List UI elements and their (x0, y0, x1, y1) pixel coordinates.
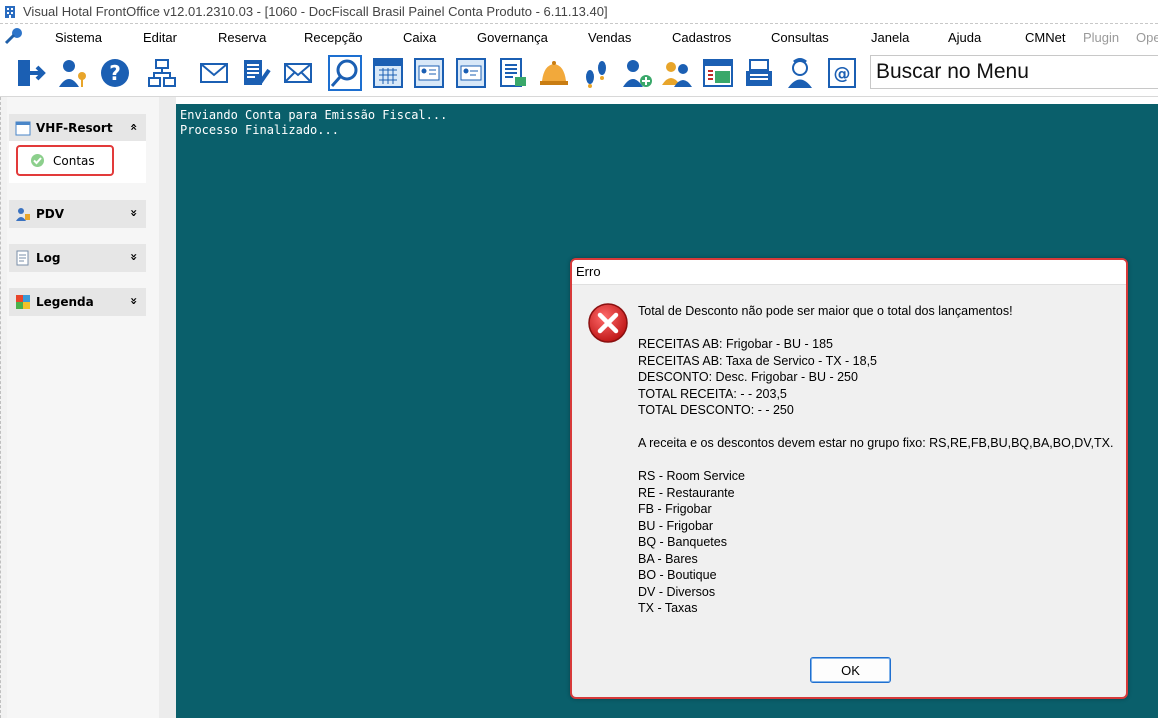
user-key-icon[interactable] (56, 55, 90, 91)
menu-reserva[interactable]: Reserva (218, 30, 266, 45)
pdv-icon (16, 208, 30, 221)
message-entry: TOTAL DESCONTO: - - 250 (638, 403, 794, 417)
network-icon[interactable] (145, 55, 179, 91)
calendar-icon[interactable] (371, 55, 405, 91)
pin-logo-icon (4, 28, 22, 45)
message-headline: Total de Desconto não pode ser maior que… (638, 304, 1013, 318)
cashier-icon[interactable] (701, 55, 735, 91)
message-entry: RECEITAS AB: Frigobar - BU - 185 (638, 337, 833, 351)
console-output: Enviando Conta para Emissão Fiscal... Pr… (180, 108, 447, 138)
report-icon[interactable] (496, 55, 530, 91)
sidebar-group-label: VHF-Resort (36, 121, 113, 135)
add-guest-icon[interactable] (620, 55, 654, 91)
footprints-icon[interactable] (579, 55, 613, 91)
window-title: Visual Hotal FrontOffice v12.01.2310.03 … (23, 4, 608, 19)
group-item: BQ - Banquetes (638, 535, 727, 549)
expand-chevron-icon[interactable]: » (127, 253, 141, 261)
sidebar-item-label: Contas (53, 153, 95, 168)
menu-recepcao[interactable]: Recepção (304, 30, 363, 45)
menu-ope[interactable]: Ope (1136, 30, 1158, 45)
svg-text:?: ? (109, 61, 121, 85)
card-icon[interactable] (412, 55, 446, 91)
check-icon (31, 154, 44, 167)
ok-button[interactable]: OK (810, 657, 891, 683)
id-card-icon[interactable] (454, 55, 488, 91)
menu-plugin[interactable]: Plugin (1083, 30, 1119, 45)
sidebar-item-contas[interactable]: Contas (16, 145, 114, 176)
mail-send-icon[interactable] (281, 55, 315, 91)
error-icon (588, 303, 628, 343)
expand-chevron-icon[interactable]: » (127, 297, 141, 305)
sidebar-group-pdv[interactable]: PDV » (9, 200, 146, 228)
mail-icon[interactable] (197, 55, 231, 91)
sidebar-group-label: Legenda (36, 295, 94, 309)
guests-icon[interactable] (660, 55, 694, 91)
group-item: RE - Restaurante (638, 485, 735, 500)
menu-consultas[interactable]: Consultas (771, 30, 829, 45)
group-item: TX - Taxas (638, 601, 698, 615)
menu-editar[interactable]: Editar (143, 30, 177, 45)
group-item: BU - Frigobar (638, 518, 714, 533)
document-edit-icon[interactable] (239, 55, 273, 91)
message-entry: TOTAL RECEITA: - - 203,5 (638, 386, 787, 401)
email-at-icon[interactable]: @ (825, 55, 859, 91)
legend-grid-icon (16, 295, 30, 309)
collapse-chevron-icon[interactable]: « (127, 123, 141, 131)
message-entry: RECEITAS AB: Taxa de Servico - TX - 18,5 (638, 353, 877, 368)
window-titlebar: Visual Hotal FrontOffice v12.01.2310.03 … (0, 0, 1158, 24)
error-dialog: Erro Total de Desconto não pode ser maio… (570, 258, 1128, 699)
menu-janela[interactable]: Janela (871, 30, 909, 45)
dialog-title: Erro (576, 264, 601, 279)
message-rule: A receita e os descontos devem estar no … (638, 436, 1114, 450)
sidebar-scrollbar[interactable] (159, 97, 176, 718)
calendar-icon (15, 121, 31, 136)
expand-chevron-icon[interactable]: » (127, 209, 141, 217)
hotel-app-icon (5, 5, 15, 18)
sidebar-group-label: Log (36, 251, 61, 265)
message-entry: DESCONTO: Desc. Frigobar - BU - 250 (638, 370, 858, 384)
menu-caixa[interactable]: Caixa (403, 30, 436, 45)
menu-bar: Sistema Editar Reserva Recepção Caixa Go… (0, 25, 1158, 49)
menu-sistema[interactable]: Sistema (55, 30, 102, 45)
menu-search-input[interactable]: Buscar no Menu (870, 55, 1158, 89)
toolbar: ? @ Buscar no Menu (0, 50, 1158, 97)
register-icon[interactable] (742, 55, 776, 91)
housekeeper-icon[interactable] (783, 55, 817, 91)
sidebar-content (7, 97, 159, 718)
menu-vendas[interactable]: Vendas (588, 30, 631, 45)
dialog-titlebar: Erro (572, 260, 1126, 285)
group-item: BO - Boutique (638, 568, 717, 582)
bell-icon[interactable] (537, 55, 571, 91)
sidebar-edge (0, 97, 2, 718)
menu-cadastros[interactable]: Cadastros (672, 30, 731, 45)
sidebar-group-log[interactable]: Log » (9, 244, 146, 272)
group-item: FB - Frigobar (638, 502, 712, 516)
dialog-message: Total de Desconto não pode ser maior que… (638, 303, 1122, 617)
sidebar (0, 97, 176, 718)
sidebar-group-legenda[interactable]: Legenda » (9, 288, 146, 316)
sidebar-group-label: PDV (36, 207, 65, 221)
menu-governanca[interactable]: Governança (477, 30, 548, 45)
help-icon[interactable]: ? (98, 55, 132, 91)
menu-ajuda[interactable]: Ajuda (948, 30, 981, 45)
console-line: Processo Finalizado... (180, 123, 339, 137)
exit-icon[interactable] (14, 55, 48, 91)
console-line: Enviando Conta para Emissão Fiscal... (180, 108, 448, 122)
svg-text:@: @ (834, 64, 851, 84)
sidebar-group-vhf-resort[interactable]: VHF-Resort « (9, 114, 146, 142)
menu-cmnet[interactable]: CMNet (1025, 30, 1065, 45)
group-item: BA - Bares (638, 551, 698, 566)
log-document-icon (16, 250, 29, 266)
group-item: DV - Diversos (638, 584, 716, 599)
search-icon[interactable] (328, 55, 362, 91)
group-item: RS - Room Service (638, 469, 745, 483)
